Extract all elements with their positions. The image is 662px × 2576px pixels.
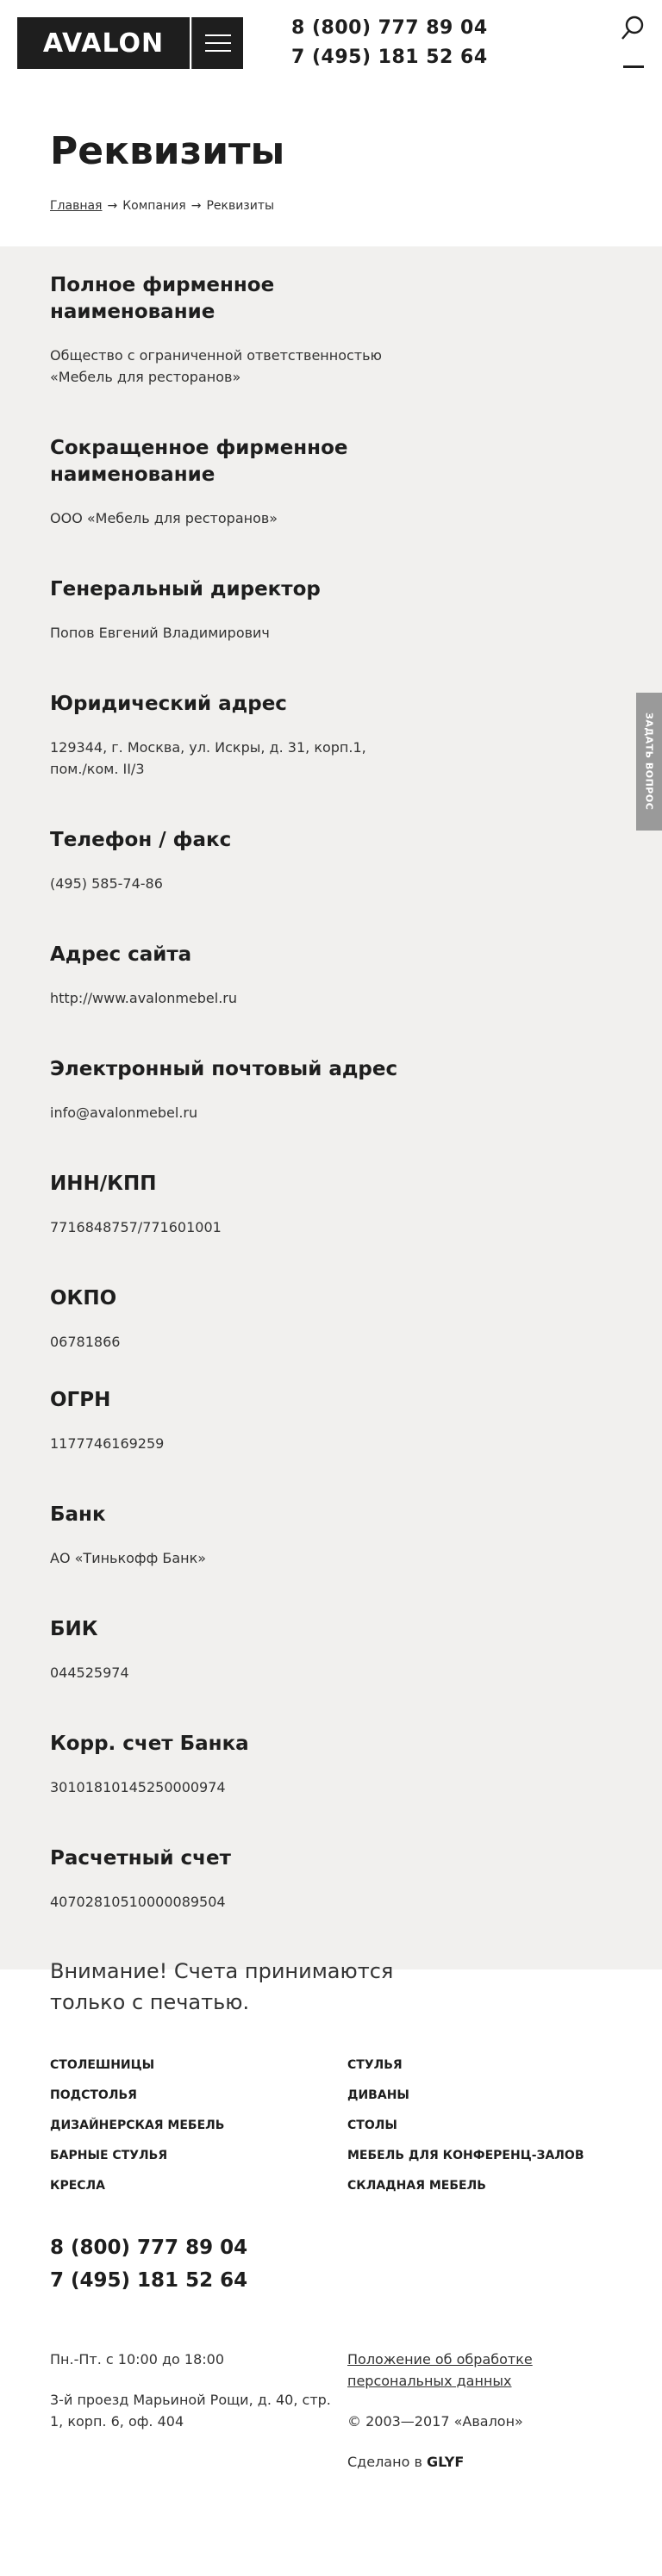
requisite-value: 06781866	[50, 1334, 121, 1350]
footer-menu: СТОЛЕШНИЦЫ СТУЛЬЯ ПОДСТОЛЬЯ ДИВАНЫ ДИЗАЙ…	[50, 2056, 612, 2195]
footer-menu-item[interactable]: СТУЛЬЯ	[347, 2056, 606, 2075]
breadcrumb-home-link[interactable]: Главная	[50, 199, 102, 213]
site-footer: СТОЛЕШНИЦЫ СТУЛЬЯ ПОДСТОЛЬЯ ДИВАНЫ ДИЗАЙ…	[0, 1969, 662, 2576]
requisite-value: 129344, г. Москва, ул. Искры, д. 31, кор…	[50, 739, 366, 777]
requisite-value: 30101810145250000974	[50, 1779, 226, 1795]
requisite-value: Попов Евгений Владимирович	[50, 625, 270, 641]
requisite-value: 7716848757/771601001	[50, 1219, 222, 1235]
requisite-label: ИНН/КПП	[50, 1173, 157, 1195]
ask-question-label: ЗАДАТЬ ВОПРОС	[643, 712, 655, 811]
requisite-item: ОКПО 06781866	[50, 1285, 612, 1353]
requisite-item: БИК 044525974	[50, 1616, 612, 1683]
copyright: © 2003—2017 «Авалон»	[347, 2413, 523, 2430]
footer-menu-item[interactable]: ДИВАНЫ	[347, 2086, 606, 2105]
minus-icon[interactable]	[623, 65, 644, 68]
glyf-link[interactable]: GLYF	[427, 2454, 464, 2470]
requisite-label: Сокращенное фирменное наименование	[50, 437, 348, 486]
requisite-value: АО «Тинькофф Банк»	[50, 1550, 207, 1566]
requisite-label: Генеральный директор	[50, 578, 321, 600]
office-address: 3-й проезд Марьиной Рощи, д. 40, стр. 1,…	[50, 2392, 331, 2430]
requisite-label: Электронный почтовый адрес	[50, 1058, 398, 1080]
requisite-label: Банк	[50, 1503, 106, 1526]
footer-menu-item[interactable]: СКЛАДНАЯ МЕБЕЛЬ	[347, 2176, 606, 2195]
phone-link[interactable]: 8 (800) 777 89 04	[291, 14, 488, 43]
requisite-label: ОГРН	[50, 1389, 111, 1411]
arrow-right-icon: →	[107, 198, 118, 213]
requisite-value: ООО «Мебель для ресторанов»	[50, 510, 278, 526]
requisite-value: (495) 585-74-86	[50, 875, 163, 892]
requisite-label: ОКПО	[50, 1287, 117, 1310]
requisite-label: БИК	[50, 1618, 98, 1640]
page-title: Реквизиты	[50, 129, 285, 173]
footer-menu-item[interactable]: КРЕСЛА	[50, 2176, 347, 2195]
working-hours: Пн.-Пт. с 10:00 до 18:00	[50, 2351, 224, 2368]
made-by-prefix: Сделано в	[347, 2454, 422, 2470]
ask-question-tab[interactable]: ЗАДАТЬ ВОПРОС	[636, 693, 662, 831]
requisite-item: Банк АО «Тинькофф Банк»	[50, 1502, 612, 1569]
requisite-value: 044525974	[50, 1664, 129, 1681]
footer-menu-item[interactable]: СТОЛЕШНИЦЫ	[50, 2056, 347, 2075]
requisite-value: 40702810510000089504	[50, 1894, 226, 1910]
phone-link[interactable]: 8 (800) 777 89 04	[50, 2231, 612, 2264]
requisite-item: Корр. счет Банка 30101810145250000974	[50, 1731, 612, 1798]
footer-phones: 8 (800) 777 89 04 7 (495) 181 52 64	[50, 2231, 612, 2297]
requisite-value[interactable]: info@avalonmebel.ru	[50, 1102, 395, 1123]
requisites-section: Полное фирменное наименование Общество с…	[0, 246, 662, 2014]
privacy-policy-link[interactable]: Положение об обработке персональных данн…	[347, 2351, 533, 2389]
footer-menu-item[interactable]: БАРНЫЕ СТУЛЬЯ	[50, 2146, 347, 2165]
requisite-item: Электронный почтовый адрес info@avalonme…	[50, 1056, 612, 1123]
requisite-item: ОГРН 1177746169259	[50, 1387, 612, 1454]
footer-menu-item[interactable]: ДИЗАЙНЕРСКАЯ МЕБЕЛЬ	[50, 2116, 347, 2135]
requisite-item: Генеральный директор Попов Евгений Влади…	[50, 576, 612, 644]
requisite-value: Общество с ограниченной ответственностью…	[50, 347, 383, 385]
phone-link[interactable]: 7 (495) 181 52 64	[291, 43, 488, 72]
requisite-label: Корр. счет Банка	[50, 1733, 249, 1755]
requisite-value: 1177746169259	[50, 1435, 165, 1452]
search-icon[interactable]	[621, 16, 645, 41]
header-phones: 8 (800) 777 89 04 7 (495) 181 52 64	[291, 14, 488, 72]
made-by: Сделано в GLYF	[347, 2451, 606, 2473]
requisite-label: Полное фирменное наименование	[50, 274, 275, 323]
footer-contacts: Пн.-Пт. с 10:00 до 18:00 3-й проезд Марь…	[50, 2349, 347, 2473]
phone-link[interactable]: 7 (495) 181 52 64	[50, 2264, 612, 2297]
arrow-right-icon: →	[190, 198, 202, 213]
footer-legal: Положение об обработке персональных данн…	[347, 2349, 606, 2473]
requisite-value[interactable]: http://www.avalonmebel.ru	[50, 987, 395, 1009]
requisite-item: Телефон / факс (495) 585-74-86	[50, 827, 612, 894]
footer-menu-item[interactable]: ПОДСТОЛЬЯ	[50, 2086, 347, 2105]
breadcrumb: Главная → Компания → Реквизиты	[50, 199, 612, 213]
logo-box: AVALON	[17, 17, 243, 69]
site-header: AVALON 8 (800) 777 89 04 7 (495) 181 52 …	[0, 0, 662, 86]
footer-menu-item[interactable]: СТОЛЫ	[347, 2116, 606, 2135]
requisite-label: Расчетный счет	[50, 1847, 231, 1870]
requisite-item: Сокращенное фирменное наименование ООО «…	[50, 435, 612, 529]
breadcrumb-current: Реквизиты	[206, 198, 275, 213]
menu-burger-icon[interactable]	[191, 17, 243, 69]
logo[interactable]: AVALON	[17, 17, 190, 69]
requisite-label: Телефон / факс	[50, 829, 232, 851]
requisite-item: Полное фирменное наименование Общество с…	[50, 272, 612, 388]
requisite-label: Адрес сайта	[50, 943, 192, 966]
requisite-item: Адрес сайта http://www.avalonmebel.ru	[50, 942, 612, 1009]
breadcrumb-company[interactable]: Компания	[122, 199, 185, 213]
footer-bottom: Пн.-Пт. с 10:00 до 18:00 3-й проезд Марь…	[50, 2349, 612, 2473]
requisite-item: Юридический адрес 129344, г. Москва, ул.…	[50, 691, 612, 780]
requisite-item: ИНН/КПП 7716848757/771601001	[50, 1171, 612, 1238]
title-block: Реквизиты Главная → Компания → Реквизиты	[0, 86, 662, 246]
requisite-label: Юридический адрес	[50, 693, 287, 715]
requisite-item: Расчетный счет 40702810510000089504	[50, 1845, 612, 1913]
footer-menu-item[interactable]: МЕБЕЛЬ ДЛЯ КОНФЕРЕНЦ-ЗАЛОВ	[347, 2146, 606, 2165]
